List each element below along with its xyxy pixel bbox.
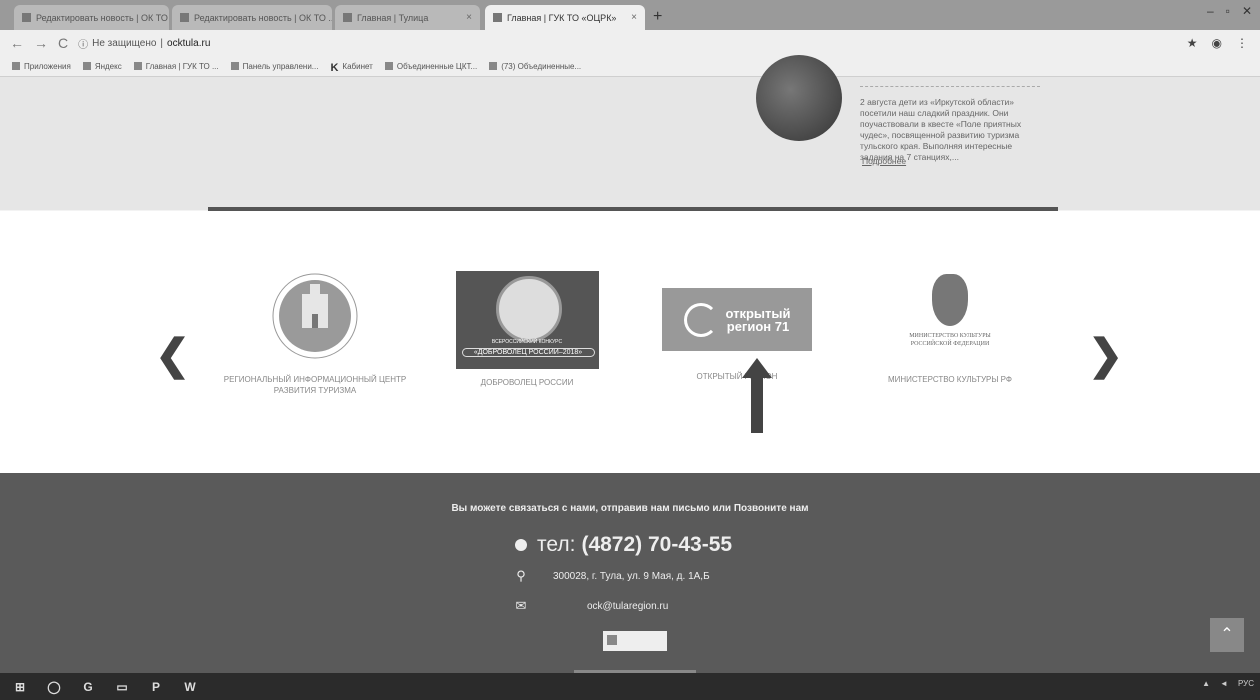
footer: Вы можете связаться с нами, отправив нам… [0, 473, 1260, 676]
news-divider [860, 86, 1040, 87]
os-taskbar: ⊞ ◯ G ▭ P W ▲ ◄ РУС [0, 673, 1260, 700]
carousel-prev-button[interactable]: ❮ [155, 334, 190, 376]
map-pin-icon: ⚲ [516, 568, 526, 583]
back-icon[interactable]: ← [10, 35, 24, 51]
star-icon[interactable]: ★ [1187, 36, 1198, 50]
footer-email[interactable]: ✉ ock@tularegion.ru [514, 598, 669, 614]
minimize-icon[interactable]: – [1207, 4, 1214, 18]
start-icon[interactable]: ⊞ [6, 676, 34, 698]
browser-tab[interactable]: Редактировать новость | ОК ТО ...× [14, 5, 169, 30]
bookmark-united-1[interactable]: Объединенные ЦКТ... [384, 62, 477, 71]
news-section: 2 августа дети из «Иркутской области» по… [0, 55, 1260, 210]
network-icon[interactable]: ▲ [1202, 679, 1210, 688]
favicon-icon [493, 13, 502, 22]
word-icon[interactable]: W [176, 676, 204, 698]
forward-icon[interactable]: → [34, 35, 48, 51]
new-tab-button[interactable]: + [653, 8, 662, 26]
browser-tab-bar: Редактировать новость | ОК ТО ...× Редак… [0, 0, 1260, 30]
scroll-top-button[interactable]: ⌃ [1210, 618, 1244, 652]
close-icon[interactable]: × [460, 12, 472, 23]
volume-icon[interactable]: ◄ [1220, 679, 1228, 688]
bookmark-apps[interactable]: Приложения [12, 62, 71, 71]
volunteer-logo: ВСЕРОССИЙСКИЙ КОНКУРС «ДОБРОВОЛЕЦ РОССИИ… [455, 271, 599, 369]
favicon-icon [343, 13, 352, 22]
ring-icon [683, 302, 718, 337]
bookmark-cabinet[interactable]: K Кабинет [330, 62, 372, 75]
partners-carousel: ❮ РЕГИОНАЛЬНЫЙ ИНФОРМАЦИОННЫЙ ЦЕНТР РАЗВ… [0, 211, 1260, 473]
browser-tab-active[interactable]: Главная | ГУК ТО «ОЦРК» × [485, 5, 645, 30]
favicon-icon [133, 62, 142, 70]
partner-ministry[interactable]: МИНИСТЕРСТВО КУЛЬТУРЫ РОССИЙСКОЙ ФЕДЕРАЦ… [850, 266, 1050, 385]
apps-icon [12, 62, 20, 70]
annotation-arrow-icon [742, 358, 772, 433]
footer-phone[interactable]: тел: (4872) 70-43-55 [515, 533, 732, 557]
bookmark-yandex[interactable]: Яндекс [82, 62, 122, 71]
separator: | [160, 37, 164, 49]
browser-tab[interactable]: Главная | Тулица × [335, 5, 480, 30]
vk-icon [384, 62, 393, 70]
k-icon: K [330, 62, 339, 74]
phone-icon [515, 539, 527, 551]
partner-open-region[interactable]: открытый регион 71 ОТКРЫТЫЙ РЕГИОН [637, 266, 837, 382]
partner-caption: ОТКРЫТЫЙ РЕГИОН [696, 372, 778, 381]
partner-caption: РЕГИОНАЛЬНЫЙ ИНФОРМАЦИОННЫЙ ЦЕНТР РАЗВИТ… [223, 375, 407, 395]
info-icon: ⓘ [78, 39, 89, 51]
news-more-link[interactable]: Подробнее [862, 156, 906, 166]
browser-toolbar: ← → C ⓘ Не защищено | ocktula.ru ★ ◉ ⋮ [0, 30, 1260, 56]
profile-icon[interactable]: ◉ [1212, 36, 1222, 50]
favicon-icon [489, 62, 498, 70]
favicon-icon [180, 13, 189, 22]
news-text: 2 августа дети из «Иркутской области» по… [860, 97, 1022, 162]
counter-icon [607, 635, 617, 645]
tourism-center-logo [270, 266, 360, 366]
url-host: ocktula.ru [167, 37, 211, 49]
partner-tourism[interactable]: РЕГИОНАЛЬНЫЙ ИНФОРМАЦИОННЫЙ ЦЕНТР РАЗВИТ… [215, 266, 415, 396]
carousel-next-button[interactable]: ❯ [1088, 334, 1123, 376]
search-icon[interactable]: ◯ [40, 676, 68, 698]
mail-icon: ✉ [515, 598, 527, 613]
favicon-icon [22, 13, 31, 22]
partner-caption: ДОБРОВОЛЕЦ РОССИИ [480, 378, 574, 387]
security-label: Не защищено [92, 37, 157, 49]
partner-caption: МИНИСТЕРСТВО КУЛЬТУРЫ РФ [887, 375, 1013, 384]
explorer-icon[interactable]: ▭ [108, 676, 136, 698]
powerpoint-icon[interactable]: P [142, 676, 170, 698]
browser-tab[interactable]: Редактировать новость | ОК ТО ...× [172, 5, 332, 30]
maximize-icon[interactable]: ▫ [1226, 4, 1230, 18]
visit-counter[interactable] [603, 631, 667, 651]
language-indicator[interactable]: РУС [1238, 679, 1254, 688]
partner-volunteer[interactable]: ВСЕРОССИЙСКИЙ КОНКУРС «ДОБРОВОЛЕЦ РОССИИ… [427, 266, 627, 388]
window-controls: – ▫ ✕ [1207, 4, 1252, 18]
bookmarks-bar: Приложения Яндекс Главная | ГУК ТО ... П… [0, 56, 1260, 77]
reload-icon[interactable]: C [58, 35, 68, 51]
menu-icon[interactable]: ⋮ [1236, 36, 1248, 50]
bookmark-panel[interactable]: Панель управлени... [230, 62, 318, 71]
close-window-icon[interactable]: ✕ [1242, 4, 1252, 18]
volunteer-emblem-icon [495, 276, 562, 342]
address-bar[interactable]: ⓘ Не защищено | ocktula.ru [78, 36, 210, 51]
footer-heading: Вы можете связаться с нами, отправив нам… [451, 503, 809, 514]
close-icon[interactable]: × [625, 12, 637, 23]
ministry-logo: МИНИСТЕРСТВО КУЛЬТУРЫ РОССИЙСКОЙ ФЕДЕРАЦ… [890, 266, 1010, 366]
open-region-logo: открытый регион 71 [662, 288, 812, 351]
bookmark-main[interactable]: Главная | ГУК ТО ... [133, 62, 219, 71]
bookmark-united-2[interactable]: (73) Объединенные... [489, 62, 581, 71]
yandex-icon [82, 62, 91, 70]
favicon-icon [230, 62, 239, 70]
footer-address: ⚲ 300028, г. Тула, ул. 9 Мая, д. 1А,Б [514, 568, 709, 584]
eagle-emblem-icon [932, 274, 968, 326]
news-photo [756, 55, 842, 141]
system-tray: ▲ ◄ РУС [1202, 679, 1254, 688]
chrome-icon[interactable]: G [74, 676, 102, 698]
